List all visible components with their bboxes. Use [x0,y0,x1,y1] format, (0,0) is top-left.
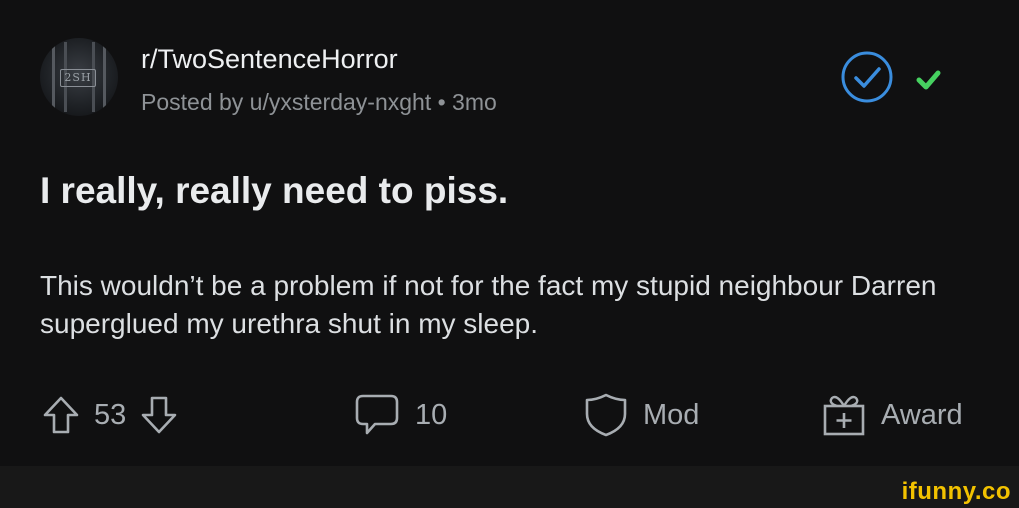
check-circle-icon [841,51,941,103]
avatar-text: 2SH [60,69,96,87]
subreddit-avatar[interactable]: 2SH [40,38,118,116]
post-body: This wouldn’t be a problem if not for th… [40,270,937,339]
subreddit-name[interactable]: r/TwoSentenceHorror [141,44,398,75]
vote-count: 53 [94,398,127,431]
vote-controls: 53 [42,392,178,438]
mod-label: Mod [643,398,700,431]
footer-band [0,466,1019,508]
gift-icon [823,395,865,436]
comment-count: 10 [415,398,448,431]
downvote-icon[interactable] [140,395,178,435]
mod-button[interactable]: Mod [583,392,699,438]
award-label: Award [881,398,963,431]
shield-icon [585,393,627,437]
award-button[interactable]: Award [821,392,963,438]
comment-icon [355,394,399,435]
post-meta[interactable]: Posted by u/yxsterday-nxght • 3mo [141,89,497,116]
joined-button[interactable] [839,50,947,106]
ifunny-watermark: ifunny.co [901,478,1011,505]
comments-button[interactable]: 10 [353,392,447,438]
upvote-icon[interactable] [42,395,80,435]
post-title[interactable]: I really, really need to piss. [40,170,508,212]
